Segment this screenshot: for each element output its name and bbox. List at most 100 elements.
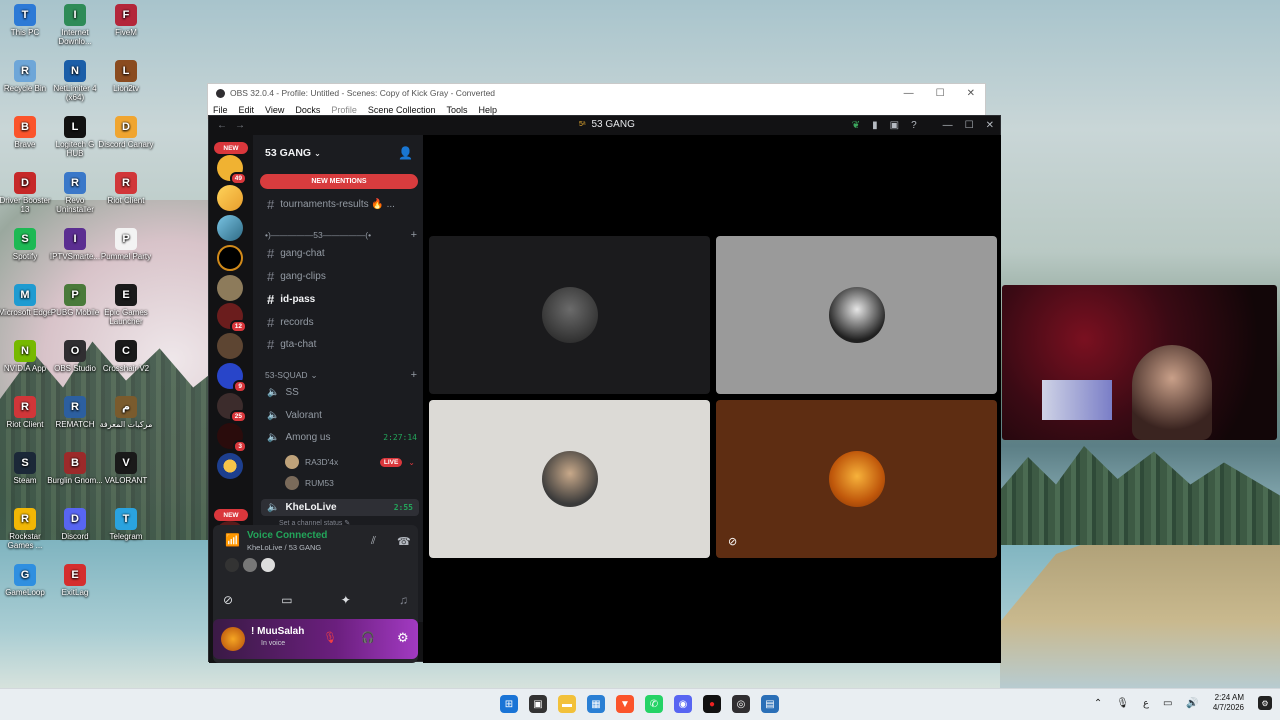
server-icon[interactable]	[217, 185, 243, 211]
discord-window[interactable]: ← → 5ᵃ 53 GANG ❦ ▮ ▣ ? — ☐ ✕ NEW 49 12 9…	[208, 115, 1001, 663]
close-icon[interactable]: ✕	[967, 88, 975, 99]
notification-icon[interactable]: ⚙	[1258, 696, 1272, 710]
photos-icon[interactable]: ▤	[761, 695, 779, 713]
server-header[interactable]: 53 GANG ⌄ 👤	[253, 135, 423, 171]
desktop-icon[interactable]: E ExitLag	[47, 564, 103, 597]
user-name[interactable]: ! MuuSalah	[251, 626, 304, 637]
chevron-down-icon[interactable]: ⌄	[408, 458, 415, 467]
windows-start-icon[interactable]: ⊞	[500, 695, 518, 713]
voice-channel-valorant[interactable]: 🔈 Valorant	[267, 410, 417, 421]
minimize-icon[interactable]: —	[943, 120, 953, 131]
brave-icon[interactable]: ▼	[616, 695, 634, 713]
channel-id-pass[interactable]: # id-pass	[267, 292, 417, 307]
close-icon[interactable]: ✕	[986, 120, 994, 131]
server-icon[interactable]	[217, 453, 243, 479]
desktop-icon[interactable]: P PUBG Mobile	[47, 284, 103, 317]
voice-channel-ss[interactable]: 🔈 SS	[267, 387, 417, 398]
desktop-icon[interactable]: B Burglin Gnom...	[47, 452, 103, 485]
participant-tile[interactable]	[716, 236, 997, 394]
server-icon[interactable]	[217, 215, 243, 241]
server-icon[interactable]: 9	[217, 363, 247, 393]
maximize-icon[interactable]: ☐	[936, 88, 945, 99]
file-explorer-icon[interactable]: ▬	[558, 695, 576, 713]
noise-suppression-icon[interactable]: ⫽	[371, 535, 376, 548]
desktop-icon[interactable]: T Telegram	[98, 508, 154, 541]
desktop-icon[interactable]: I IPTVSmarte...	[47, 228, 103, 261]
record-icon[interactable]: ●	[703, 695, 721, 713]
channel-gang-chat[interactable]: # gang-chat	[267, 246, 417, 261]
obs-menu-tools[interactable]: Tools	[446, 105, 467, 115]
discord-icon[interactable]: ◉	[674, 695, 692, 713]
obs-menu-file[interactable]: File	[213, 105, 228, 115]
desktop-icon[interactable]: E Epic Games Launcher	[98, 284, 154, 326]
camera-off-icon[interactable]: ⊘	[223, 593, 233, 607]
desktop-icon[interactable]: P Pummel Party	[98, 228, 154, 261]
task-view-icon[interactable]: ▣	[529, 695, 547, 713]
screen-share-icon[interactable]: ▣	[890, 120, 899, 131]
desktop-icon[interactable]: L Lion2tv	[98, 60, 154, 93]
desktop-icon[interactable]: N NetLimiter 4 (x64)	[47, 60, 103, 102]
desktop-icon[interactable]: G GameLoop	[0, 564, 53, 597]
voice-member[interactable]: RUM53	[285, 476, 415, 490]
network-icon[interactable]: ▭	[1163, 698, 1172, 709]
desktop-icon[interactable]: R Recycle Bin	[0, 60, 53, 93]
obs-menu-edit[interactable]: Edit	[239, 105, 255, 115]
obs-menu-profile[interactable]: Profile	[331, 105, 357, 115]
desktop-icon[interactable]: R Revo Uninstaller	[47, 172, 103, 214]
desktop-icon[interactable]: T This PC	[0, 4, 53, 37]
minimize-icon[interactable]: —	[904, 88, 914, 99]
desktop-icon[interactable]: R REMATCH	[47, 396, 103, 429]
channel-tournaments-results[interactable]: # tournaments-results 🔥 ...	[267, 197, 417, 212]
desktop-icon[interactable]: R Riot Client	[0, 396, 53, 429]
microphone-icon[interactable]: 🎙	[1116, 698, 1129, 709]
participant-tile[interactable]: ⊘	[716, 400, 997, 558]
settings-gear-icon[interactable]: ⚙	[397, 630, 409, 646]
voice-connected-label[interactable]: Voice Connected	[247, 530, 327, 541]
obs-menu-help[interactable]: Help	[478, 105, 497, 115]
channel-gta-chat[interactable]: # gta-chat	[267, 337, 417, 352]
mic-muted-icon[interactable]: 🎙	[323, 631, 337, 644]
desktop-icon[interactable]: S Steam	[0, 452, 53, 485]
voice-channel-among-us[interactable]: 🔈 Among us 2:27:14	[267, 432, 417, 443]
obs-menu-scene-collection[interactable]: Scene Collection	[368, 105, 436, 115]
participant-tile[interactable]	[429, 400, 710, 558]
avatar[interactable]	[221, 627, 245, 651]
channel-records[interactable]: # records	[267, 315, 417, 330]
desktop-icon[interactable]: L Logitech G HUB	[47, 116, 103, 158]
desktop-icon[interactable]: I Internet Downlo...	[47, 4, 103, 46]
desktop-icon[interactable]: D Discord	[47, 508, 103, 541]
avatar[interactable]	[261, 558, 275, 572]
headphones-muted-icon[interactable]: 🎧	[361, 631, 375, 644]
avatar[interactable]	[243, 558, 257, 572]
disconnect-icon[interactable]: ☎	[397, 535, 411, 548]
desktop-icon[interactable]: N NVIDIA App	[0, 340, 53, 373]
volume-icon[interactable]: 🔊	[1186, 698, 1198, 709]
nitro-leaf-icon[interactable]: ❦	[852, 120, 860, 131]
desktop-icon[interactable]: D Driver Booster 13	[0, 172, 53, 214]
obs-window[interactable]: OBS 32.0.4 - Profile: Untitled - Scenes:…	[207, 83, 986, 119]
bookmark-icon[interactable]: ▮	[872, 120, 878, 131]
desktop-icon[interactable]: S Spotify	[0, 228, 53, 261]
obs-menu-docks[interactable]: Docks	[295, 105, 320, 115]
desktop-icon[interactable]: F FiveM	[98, 4, 154, 37]
channel-gang-clips[interactable]: # gang-clips	[267, 269, 417, 284]
category-divider[interactable]: •)—————53—————(• +	[265, 229, 417, 241]
invite-icon[interactable]: 👤	[398, 146, 413, 160]
chevron-up-icon[interactable]: ⌃	[1094, 698, 1102, 709]
add-channel-icon[interactable]: +	[411, 229, 417, 241]
server-icon[interactable]: 3	[217, 423, 247, 453]
category-53-squad[interactable]: 53-SQUAD ⌄ +	[265, 369, 417, 381]
whatsapp-icon[interactable]: ✆	[645, 695, 663, 713]
obs-icon[interactable]: ◎	[732, 695, 750, 713]
maximize-icon[interactable]: ☐	[965, 120, 974, 131]
desktop-icon[interactable]: B Brave	[0, 116, 53, 149]
server-icon[interactable]	[217, 275, 243, 301]
new-mentions-button[interactable]: NEW MENTIONS	[260, 174, 418, 189]
clock[interactable]: 2:24 AM 4/7/2026	[1213, 693, 1244, 713]
help-icon[interactable]: ?	[911, 120, 917, 131]
desktop-icon[interactable]: O OBS Studio	[47, 340, 103, 373]
server-icon[interactable]	[217, 333, 243, 359]
desktop-icon[interactable]: M Microsoft Edge	[0, 284, 53, 317]
desktop-icon[interactable]: D Discord Canary	[98, 116, 154, 149]
language-indicator[interactable]: ع	[1143, 698, 1149, 709]
